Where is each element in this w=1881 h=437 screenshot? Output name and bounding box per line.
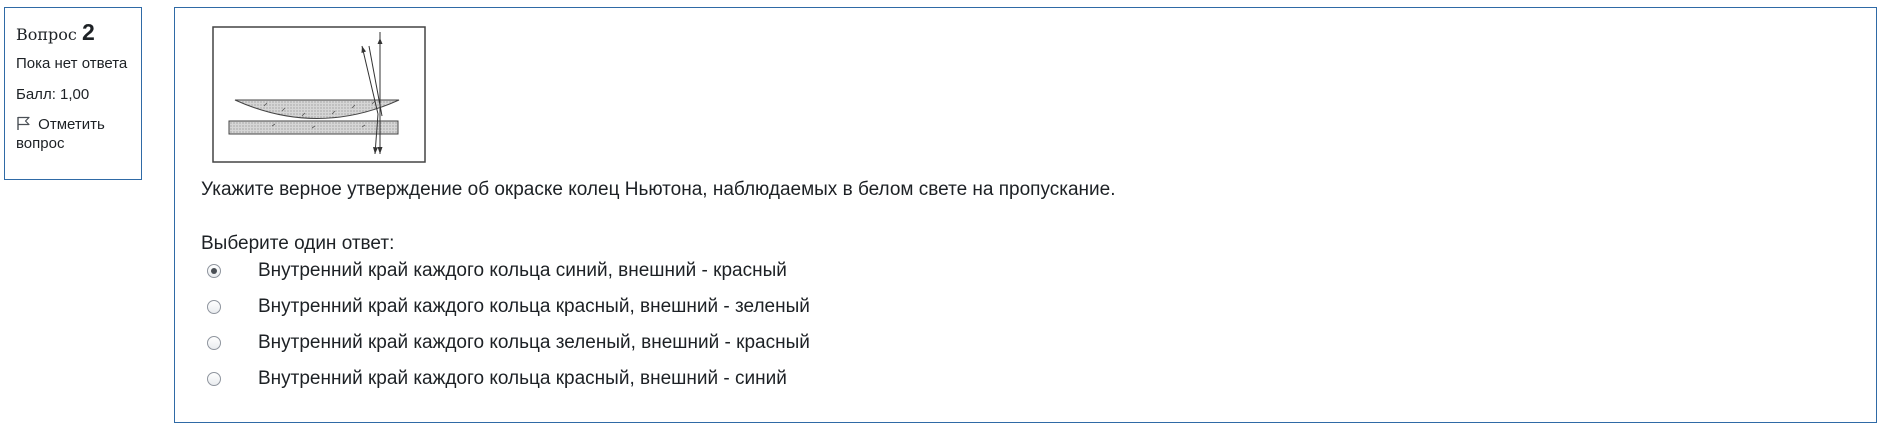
question-info-panel: Вопрос 2 Пока нет ответа Балл: 1,00 Отме…: [4, 7, 142, 180]
answer-radio-1[interactable]: [207, 264, 221, 278]
question-state: Пока нет ответа: [16, 55, 128, 72]
question-number-heading: Вопрос 2: [16, 21, 131, 46]
answer-option-4[interactable]: Внутренний край каждого кольца красный, …: [207, 367, 810, 403]
flag-icon: [16, 116, 34, 130]
flag-question-link[interactable]: Отметить вопрос: [16, 115, 131, 153]
answer-list: Внутренний край каждого кольца синий, вн…: [207, 259, 810, 403]
answer-option-3[interactable]: Внутренний край каждого кольца зеленый, …: [207, 331, 810, 367]
question-grade: Балл: 1,00: [16, 86, 90, 103]
answer-radio-2[interactable]: [207, 300, 221, 314]
answer-label-2: Внутренний край каждого кольца красный, …: [258, 296, 810, 317]
answer-label-3: Внутренний край каждого кольца зеленый, …: [258, 332, 810, 353]
answer-label-1: Внутренний край каждого кольца синий, вн…: [258, 260, 787, 281]
question-number: 2: [81, 19, 95, 45]
answer-radio-4[interactable]: [207, 372, 221, 386]
question-text: Укажите верное утверждение об окраске ко…: [201, 179, 1116, 200]
answer-option-2[interactable]: Внутренний край каждого кольца красный, …: [207, 295, 810, 331]
answer-prompt: Выберите один ответ:: [201, 233, 395, 254]
question-label: Вопрос: [16, 25, 77, 44]
answer-label-4: Внутренний край каждого кольца красный, …: [258, 368, 787, 389]
answer-option-1[interactable]: Внутренний край каждого кольца синий, вн…: [207, 259, 810, 295]
newton-rings-figure: [212, 26, 426, 163]
answer-radio-3[interactable]: [207, 336, 221, 350]
question-content: Укажите верное утверждение об окраске ко…: [174, 7, 1877, 423]
